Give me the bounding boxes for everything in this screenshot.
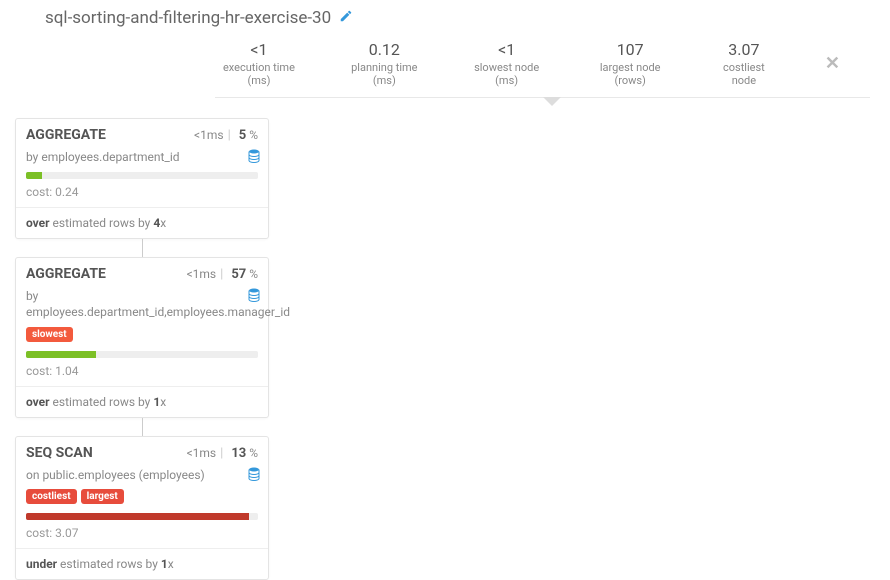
node-tags: costliest largest [16,487,268,510]
node-type: AGGREGATE [26,127,194,143]
database-icon[interactable] [248,467,260,485]
page-title: sql-sorting-and-filtering-hr-exercise-30 [45,8,890,28]
node-detail: by employees.department_id,employees.man… [16,282,268,324]
node-type: SEQ SCAN [26,445,187,461]
node-estimate: over estimated rows by 1x [16,387,268,417]
node-progress-bar [26,351,258,358]
metric-execution-time: <1 execution time (ms) [215,40,303,87]
node-time: <1ms [194,128,224,142]
node-percent: 5 % [239,128,258,143]
node-progress-bar [26,172,258,179]
metric-largest-node: 107 largest node (rows) [587,40,672,87]
node-time: <1ms [187,267,217,281]
node-estimate: over estimated rows by 4x [16,208,268,238]
plan-name: sql-sorting-and-filtering-hr-exercise-30 [45,8,331,28]
node-percent: 13 % [231,446,258,461]
plan-node[interactable]: SEQ SCAN <1ms | 13 % on public.employees… [15,436,269,580]
node-detail: by employees.department_id [16,143,268,169]
tag-slowest: slowest [26,327,73,342]
metrics-bar: <1 execution time (ms) 0.12 planning tim… [215,28,870,98]
database-icon[interactable] [248,288,260,306]
node-cost: cost: 1.04 [16,364,268,386]
node-progress-bar [26,513,258,520]
tag-largest: largest [81,489,124,504]
close-icon[interactable]: ✕ [825,53,840,74]
tag-costliest: costliest [26,489,77,504]
node-cost: cost: 0.24 [16,185,268,207]
node-percent: 57 % [231,267,258,282]
pencil-icon[interactable] [339,8,353,28]
node-time: <1ms [187,446,217,460]
metric-costliest-node: 3.07 costliest node [713,40,775,87]
plan-node[interactable]: AGGREGATE <1ms | 57 % by employees.depar… [15,257,269,417]
node-detail: on public.employees (employees) [16,461,268,487]
plan-tree: AGGREGATE <1ms | 5 % by employees.depart… [0,98,890,580]
metric-slowest-node: <1 slowest node (ms) [466,40,548,87]
node-cost: cost: 3.07 [16,526,268,548]
database-icon[interactable] [248,149,260,167]
node-estimate: under estimated rows by 1x [16,549,268,579]
node-type: AGGREGATE [26,266,187,282]
plan-node[interactable]: AGGREGATE <1ms | 5 % by employees.depart… [15,118,269,239]
metric-planning-time: 0.12 planning time (ms) [343,40,426,87]
node-tags: slowest [16,325,268,348]
